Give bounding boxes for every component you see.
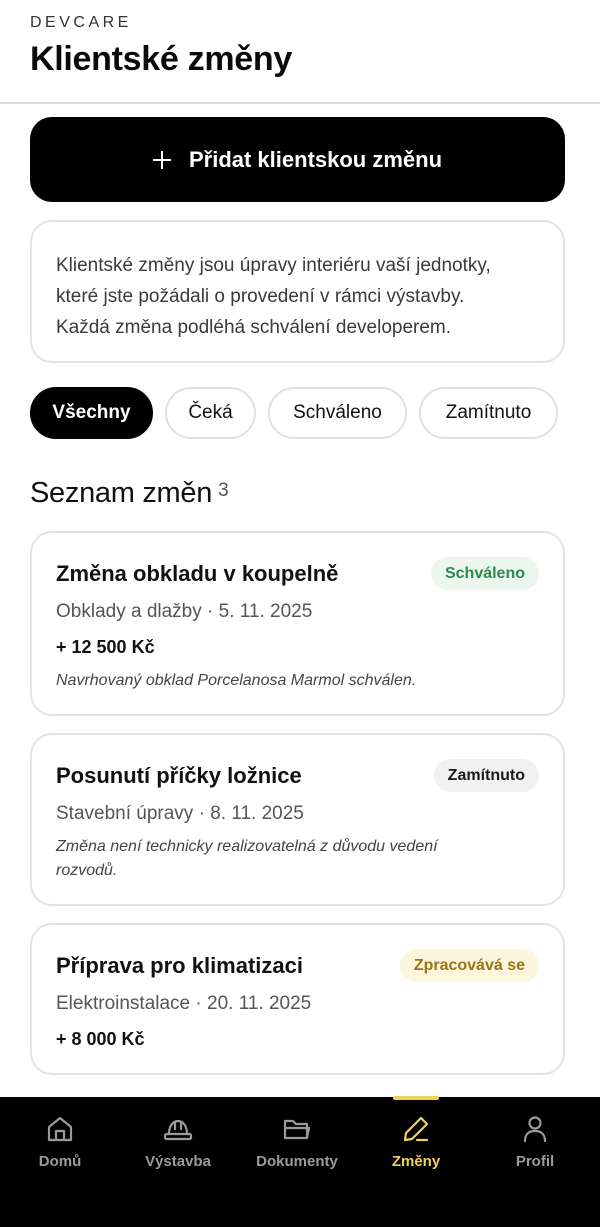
plus-icon (152, 150, 171, 169)
info-box: Klientské změny jsou úpravy interiéru va… (30, 220, 565, 363)
change-note: Navrhovaný obklad Porcelanosa Marmol sch… (56, 672, 417, 689)
filter-chip-approved[interactable]: Schváleno (268, 387, 407, 439)
app-header: DEVCARE Klientské změny (0, 0, 600, 104)
tab-construction[interactable]: Výstavba (118, 1097, 238, 1197)
list-count: 3 (218, 480, 229, 501)
active-tab-indicator (393, 1096, 439, 1100)
list-heading: Seznam změn 3 (30, 477, 229, 510)
info-line: Každá změna podléhá schválení developere… (56, 317, 452, 338)
change-card[interactable]: Změna obkladu v koupelně Schváleno Obkla… (30, 531, 565, 716)
status-badge: Zpracovává se (399, 949, 539, 982)
change-price: + 12 500 Kč (56, 637, 155, 657)
change-title: Příprava pro klimatizaci (56, 953, 303, 978)
page-title: Klientské změny (30, 40, 292, 78)
tab-profile[interactable]: Profil (475, 1097, 595, 1197)
add-change-button[interactable]: Přidat klientskou změnu (30, 117, 565, 202)
change-card[interactable]: Posunutí příčky ložnice Zamítnuto Staveb… (30, 733, 565, 906)
brand-label: DEVCARE (30, 14, 132, 31)
change-meta: Stavební úpravy · 8. 11. 2025 (56, 803, 304, 824)
info-line: Klientské změny jsou úpravy interiéru va… (56, 255, 491, 276)
change-card[interactable]: Příprava pro klimatizaci Zpracovává se E… (30, 923, 565, 1075)
tab-label: Změny (391, 1153, 441, 1170)
status-badge: Schváleno (430, 557, 539, 590)
change-price: + 8 000 Kč (56, 1029, 145, 1049)
filter-chip-rejected[interactable]: Zamítnuto (419, 387, 558, 439)
hard-hat-icon (163, 1119, 193, 1141)
filter-chip-pending[interactable]: Čeká (165, 387, 256, 439)
filter-chip-all[interactable]: Všechny (30, 387, 153, 439)
tab-documents[interactable]: Dokumenty (237, 1097, 357, 1197)
add-change-button-label: Přidat klientskou změnu (188, 146, 443, 172)
tab-label: Výstavba (145, 1153, 211, 1170)
change-title: Změna obkladu v koupelně (56, 561, 339, 586)
change-meta: Elektroinstalace · 20. 11. 2025 (56, 993, 312, 1014)
change-title: Posunutí příčky ložnice (56, 763, 302, 788)
change-note: Změna není technicky realizovatelná z dů… (56, 835, 526, 883)
pencil-icon (403, 1116, 429, 1142)
change-note-line: rozvodů. (56, 862, 118, 879)
change-meta: Obklady a dlažby · 5. 11. 2025 (56, 601, 313, 622)
tab-label: Profil (515, 1153, 555, 1170)
tab-label: Dokumenty (256, 1153, 338, 1170)
list-title: Seznam změn (30, 477, 213, 509)
tab-label: Domů (38, 1153, 82, 1170)
tab-home[interactable]: Domů (0, 1097, 120, 1197)
bottom-tab-bar: Domů Výstavba Dokumenty Změny Profil (0, 1097, 600, 1227)
user-icon (523, 1116, 547, 1143)
tab-changes[interactable]: Změny (356, 1097, 476, 1197)
folder-icon (283, 1119, 311, 1140)
info-line: které jste požádali o provedení v rámci … (56, 286, 465, 307)
change-note-line: Změna není technicky realizovatelná z dů… (56, 838, 438, 855)
status-badge: Zamítnuto (433, 759, 539, 792)
home-icon (47, 1116, 73, 1142)
